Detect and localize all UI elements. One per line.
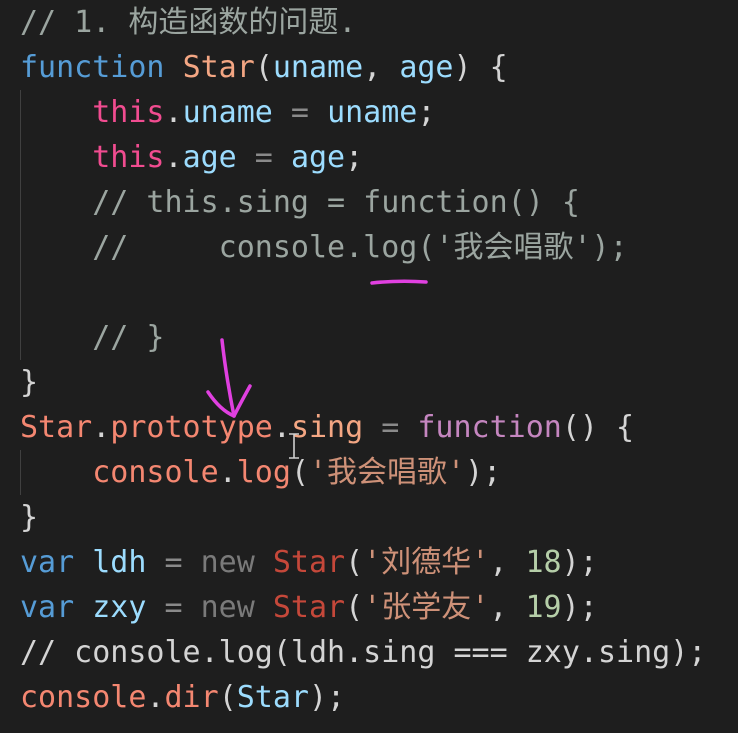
code-line[interactable]: // console.log('我会唱歌');	[0, 225, 628, 270]
code-token: Star	[236, 680, 309, 715]
code-token: zxy	[92, 590, 147, 625]
code-line[interactable]: // 1. 构造函数的问题.	[0, 0, 356, 45]
code-line[interactable]: // console.log(ldh.sing === zxy.sing);	[0, 630, 706, 675]
code-line[interactable]: // }	[0, 315, 165, 360]
code-line[interactable]: console.dir(Star);	[0, 675, 345, 720]
code-token: );	[465, 455, 502, 490]
code-token: new	[200, 590, 273, 625]
code-line[interactable]: var zxy = new Star('张学友', 19);	[0, 585, 598, 630]
code-token: new	[200, 545, 273, 580]
code-token: // console.log(ldh.sing === zxy.sing);	[20, 635, 707, 670]
code-token: ) {	[453, 50, 508, 85]
code-token: '张学友'	[363, 590, 490, 625]
code-token: .	[92, 410, 111, 445]
code-line[interactable]: this.age = age;	[0, 135, 363, 180]
code-token: (	[290, 455, 309, 490]
code-token: .	[218, 455, 237, 490]
code-line[interactable]: var ldh = new Star('刘德华', 18);	[0, 540, 598, 585]
code-token: function	[20, 50, 183, 85]
code-token: Star	[20, 410, 93, 445]
code-token: ;	[417, 95, 436, 130]
code-token: Star	[272, 545, 346, 580]
code-token: =	[272, 95, 328, 130]
code-token: uname	[182, 95, 273, 130]
code-line[interactable]: }	[0, 495, 38, 540]
code-line[interactable]: this.uname = uname;	[0, 90, 435, 135]
code-line[interactable]: console.log('我会唱歌');	[0, 450, 501, 495]
code-token: // }	[92, 320, 165, 355]
code-token: =	[146, 545, 201, 580]
code-token: age	[399, 50, 454, 85]
code-token: uname	[327, 95, 418, 130]
code-token: );	[309, 680, 346, 715]
text-cursor-icon	[289, 433, 299, 459]
code-line[interactable]	[0, 270, 20, 315]
code-token: (	[345, 590, 364, 625]
pen-underline-annotation	[370, 279, 428, 285]
code-token: dir	[164, 680, 219, 715]
code-token: // console.log('我会唱歌');	[92, 230, 628, 265]
code-token: Star	[272, 590, 346, 625]
pen-arrow-annotation	[206, 338, 252, 418]
code-token: age	[290, 140, 346, 175]
code-token: age	[182, 140, 237, 175]
code-token: Star	[182, 50, 255, 85]
code-token: }	[20, 365, 39, 400]
code-token: =	[236, 140, 291, 175]
code-token: sing	[290, 410, 364, 445]
code-token: }	[20, 500, 39, 535]
code-token: .	[164, 95, 183, 130]
code-token: ,	[363, 50, 400, 85]
code-editor[interactable]: // 1. 构造函数的问题. function Star(uname, age) …	[0, 0, 738, 733]
code-token: uname	[272, 50, 364, 85]
code-token: console	[20, 680, 147, 715]
code-line[interactable]: // this.sing = function() {	[0, 180, 580, 225]
code-token: ;	[345, 140, 364, 175]
code-token: (	[218, 680, 237, 715]
code-token: 19	[525, 590, 562, 625]
code-token: 18	[525, 545, 562, 580]
code-token: (	[345, 545, 364, 580]
code-token: );	[561, 545, 598, 580]
code-token: // 1. 构造函数的问题.	[20, 5, 357, 40]
code-token: // this.sing = function() {	[92, 185, 580, 220]
code-token: ,	[489, 545, 526, 580]
code-token: function	[417, 410, 562, 445]
code-token: var	[20, 590, 93, 625]
code-token: =	[363, 410, 418, 445]
code-line[interactable]: }	[0, 360, 38, 405]
code-token: ,	[489, 590, 526, 625]
code-token: '我会唱歌'	[309, 455, 466, 490]
code-token: log	[236, 455, 291, 490]
code-token: =	[146, 590, 201, 625]
code-token: (	[254, 50, 273, 85]
code-token: .	[164, 140, 183, 175]
code-token: '刘德华'	[363, 545, 490, 580]
code-token: () {	[561, 410, 635, 445]
code-token: var	[20, 545, 93, 580]
code-token: this	[92, 140, 165, 175]
code-token: ldh	[92, 545, 147, 580]
code-line[interactable]: function Star(uname, age) {	[0, 45, 508, 90]
code-token: .	[146, 680, 165, 715]
code-token: this	[92, 95, 165, 130]
code-token: console	[92, 455, 219, 490]
code-line[interactable]: Star.prototype.sing = function() {	[0, 405, 634, 450]
code-token: );	[561, 590, 598, 625]
